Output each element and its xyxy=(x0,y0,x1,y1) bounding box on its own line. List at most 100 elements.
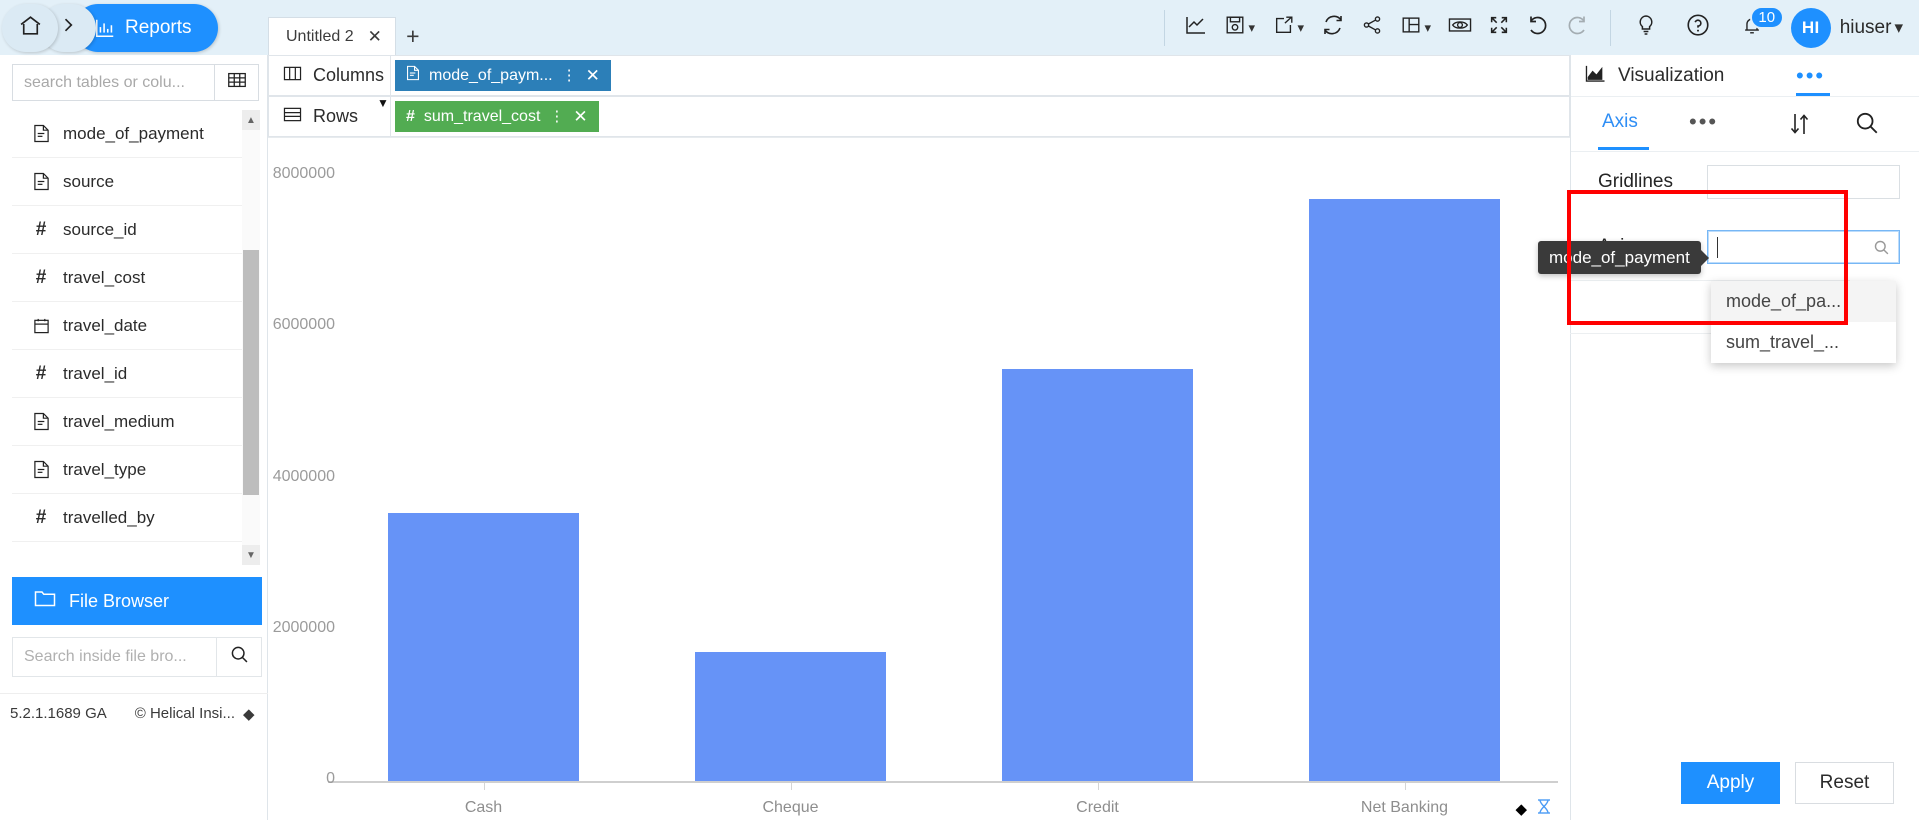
columns-shelf-drop-zone[interactable]: mode_of_paym... ⋮ ✕ xyxy=(391,55,1570,96)
sort-button[interactable] xyxy=(1788,111,1812,142)
field-label: travel_type xyxy=(63,459,147,479)
x-axis-tick xyxy=(483,783,485,790)
field-list[interactable]: mode_of_payment source # source_id # tra… xyxy=(12,110,250,565)
field-row[interactable]: mode_of_payment xyxy=(12,110,250,158)
hint-button[interactable] xyxy=(1629,10,1663,46)
refresh-button[interactable] xyxy=(1316,10,1350,46)
field-label: source_id xyxy=(63,219,137,239)
chart-type-button[interactable] xyxy=(1179,10,1213,46)
undo-button[interactable] xyxy=(1521,10,1555,46)
bar-chart-icon xyxy=(94,17,116,39)
layout-icon xyxy=(1400,14,1422,41)
chart-bar[interactable] xyxy=(695,652,886,781)
columns-shelf-label: Columns xyxy=(268,55,391,96)
scrollbar-thumb[interactable] xyxy=(243,250,259,495)
sidebar-item-file-browser[interactable]: File Browser xyxy=(12,577,262,625)
username-label: hiuser xyxy=(1839,16,1892,38)
chart-area-icon xyxy=(1585,64,1606,88)
field-label: travel_cost xyxy=(63,267,146,287)
save-button[interactable]: ▾ xyxy=(1218,10,1262,46)
close-icon[interactable]: ✕ xyxy=(586,67,600,84)
tab-untitled-2[interactable]: Untitled 2 ✕ xyxy=(268,17,396,55)
gridlines-input[interactable] xyxy=(1707,165,1900,199)
field-label: travelled_by xyxy=(63,507,155,527)
pill-sum-travel-cost[interactable]: # sum_travel_cost ⋮ ✕ xyxy=(395,101,599,132)
breadcrumb: Reports xyxy=(0,0,218,55)
dropdown-option-sum-travel-cost[interactable]: sum_travel_... xyxy=(1711,322,1896,363)
version-footer: 5.2.1.1689 GA © Helical Insi... ◆ xyxy=(0,693,268,733)
field-row[interactable]: source xyxy=(12,158,250,206)
search-input[interactable]: search tables or colu... xyxy=(12,64,215,101)
helical-logo-icon xyxy=(1536,798,1552,820)
field-label: source xyxy=(63,171,115,191)
share-button[interactable] xyxy=(1355,10,1389,46)
field-row[interactable]: # travel_cost xyxy=(12,254,250,302)
undo-icon xyxy=(1526,13,1550,42)
rows-shelf-drop-zone[interactable]: # sum_travel_cost ⋮ ✕ xyxy=(391,96,1570,137)
scroll-down-arrow-icon[interactable]: ▼ xyxy=(242,545,260,565)
export-button[interactable]: ▾ xyxy=(1267,10,1311,46)
chart-bar[interactable] xyxy=(1309,198,1500,781)
pill-menu-icon[interactable]: ⋮ xyxy=(562,68,577,83)
y-axis-tick-label: 8000000 xyxy=(272,165,335,182)
field-row[interactable]: travel_date xyxy=(12,302,250,350)
field-row[interactable]: travel_type xyxy=(12,446,250,494)
axis-input[interactable] xyxy=(1707,230,1900,264)
x-axis-tick xyxy=(1097,783,1099,790)
add-tab-button[interactable]: + xyxy=(396,17,430,55)
x-axis-line xyxy=(328,781,1558,783)
toolbar-divider-1 xyxy=(1163,9,1165,46)
subtab-more-button[interactable]: ••• xyxy=(1689,109,1718,135)
preview-icon xyxy=(1447,14,1473,41)
layout-button[interactable]: ▾ xyxy=(1394,10,1438,46)
file-browser-search-input[interactable]: Search inside file bro... xyxy=(12,637,217,677)
field-row[interactable]: travel_medium xyxy=(12,398,250,446)
folder-icon xyxy=(34,589,56,613)
axis-dropdown-list[interactable]: mode_of_pa... sum_travel_... xyxy=(1711,281,1896,363)
tab-label: Untitled 2 xyxy=(286,27,354,45)
field-label: travel_date xyxy=(63,315,148,335)
reset-button[interactable]: Reset xyxy=(1795,762,1894,804)
visualization-more-underline xyxy=(1796,93,1830,96)
text-field-icon xyxy=(406,65,420,86)
notifications-button[interactable]: 10 xyxy=(1733,5,1784,47)
visualization-more-button[interactable]: ••• xyxy=(1796,63,1825,89)
chevron-down-icon: ▾ xyxy=(1894,18,1903,37)
chart-bar[interactable] xyxy=(1002,368,1193,781)
caret-down-icon[interactable]: ▼ xyxy=(377,96,389,110)
close-icon[interactable]: ✕ xyxy=(573,108,587,125)
scroll-up-arrow-icon[interactable]: ▲ xyxy=(242,110,260,130)
export-icon xyxy=(1273,14,1295,41)
x-axis-tick-label: Credit xyxy=(1076,799,1119,816)
user-menu[interactable]: HI hiuser ▾ xyxy=(1790,7,1903,48)
number-field-icon: # xyxy=(406,107,415,125)
pill-mode-of-payment[interactable]: mode_of_paym... ⋮ ✕ xyxy=(395,60,611,91)
dropdown-option-mode-of-payment[interactable]: mode_of_pa... xyxy=(1711,281,1896,322)
help-button[interactable] xyxy=(1681,10,1715,46)
pill-menu-icon[interactable]: ⋮ xyxy=(549,109,564,124)
chart-canvas[interactable]: 0 2000000 4000000 6000000 8000000 Cash Cheque C… xyxy=(268,137,1570,820)
preview-button[interactable] xyxy=(1443,10,1477,46)
toolbar-action-group: ▾ ▾ ▾ xyxy=(1179,10,1594,46)
field-label: mode_of_payment xyxy=(63,123,204,143)
x-axis-tick-label: Cash xyxy=(464,799,503,816)
file-browser-search-button[interactable] xyxy=(217,637,262,677)
close-icon[interactable]: ✕ xyxy=(368,27,382,47)
application-root: Reports ▾ ▾ ▾ 10 HI hiuser ▾ Untitled 2 … xyxy=(0,0,1919,820)
apply-button[interactable]: Apply xyxy=(1681,762,1780,804)
breadcrumb-current-label: Reports xyxy=(125,16,192,38)
field-row[interactable]: # travelled_by xyxy=(12,494,250,542)
chart-bar[interactable] xyxy=(388,512,579,781)
tab-axis[interactable]: Axis xyxy=(1602,111,1638,133)
field-row[interactable]: # travel_id xyxy=(12,350,250,398)
home-button[interactable] xyxy=(2,3,58,52)
fullscreen-button[interactable] xyxy=(1482,10,1516,46)
lightbulb-icon xyxy=(1634,13,1658,42)
panel-search-button[interactable] xyxy=(1854,110,1880,141)
redo-button[interactable] xyxy=(1560,10,1594,46)
field-list-scrollbar[interactable]: ▲ ▼ xyxy=(242,110,260,565)
notification-count-badge: 10 xyxy=(1749,5,1784,29)
field-row[interactable]: # source_id xyxy=(12,206,250,254)
table-grid-button[interactable] xyxy=(215,64,259,101)
chevron-right-icon xyxy=(58,15,78,40)
